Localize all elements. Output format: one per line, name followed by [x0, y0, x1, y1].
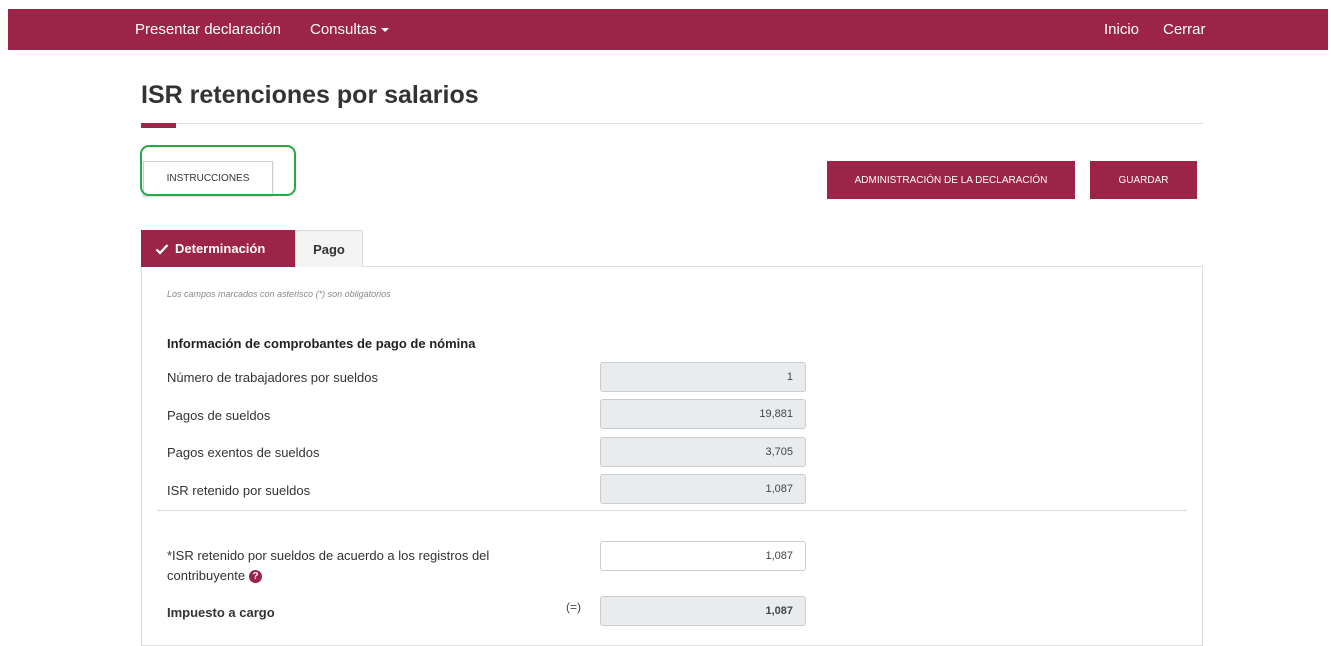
top-navbar: Presentar declaración Consultas Inicio C… [8, 9, 1328, 50]
section-title: Información de comprobantes de pago de n… [167, 336, 476, 351]
highlight-box [140, 145, 296, 196]
label-isr-contribuyente-line1: *ISR retenido por sueldos de acuerdo a l… [167, 548, 490, 563]
administracion-declaracion-button[interactable]: ADMINISTRACIÓN DE LA DECLARACIÓN [827, 161, 1075, 199]
caret-down-icon [380, 28, 389, 33]
tab-determinacion[interactable]: Determinación [141, 230, 295, 267]
numero-trabajadores-field[interactable] [600, 362, 806, 392]
pagos-sueldos-field[interactable] [600, 399, 806, 429]
isr-contribuyente-field[interactable] [600, 541, 806, 571]
label-impuesto-cargo: Impuesto a cargo [167, 605, 275, 620]
nav-consultas-dropdown[interactable]: Consultas [310, 21, 389, 39]
tab-pago-label: Pago [313, 241, 345, 257]
nav-consultas-label: Consultas [310, 21, 377, 38]
section-divider [157, 510, 1187, 511]
equals-operator: (=) [566, 600, 581, 614]
title-accent-bar [141, 123, 176, 128]
tab-determinacion-label: Determinación [175, 241, 266, 256]
label-isr-retenido: ISR retenido por sueldos [167, 483, 311, 498]
tab-pago[interactable]: Pago [295, 230, 363, 267]
guardar-button[interactable]: GUARDAR [1090, 161, 1197, 199]
label-isr-contribuyente: *ISR retenido por sueldos de acuerdo a l… [167, 546, 489, 586]
question-circle-icon[interactable]: ? [249, 570, 263, 584]
nav-presentar-declaracion[interactable]: Presentar declaración [135, 21, 281, 39]
page-title: ISR retenciones por salarios [141, 81, 479, 109]
label-pagos-exentos: Pagos exentos de sueldos [167, 445, 320, 460]
nav-inicio[interactable]: Inicio [1104, 21, 1139, 39]
isr-retenido-field[interactable] [600, 474, 806, 504]
required-fields-note: Los campos marcados con asterisco (*) so… [167, 289, 391, 299]
impuesto-cargo-field[interactable] [600, 596, 806, 626]
label-numero-trabajadores: Número de trabajadores por sueldos [167, 370, 379, 385]
title-divider [141, 123, 1203, 124]
nav-cerrar[interactable]: Cerrar [1163, 21, 1206, 39]
label-pagos-sueldos: Pagos de sueldos [167, 408, 271, 423]
label-isr-contribuyente-line2: contribuyente [167, 568, 246, 583]
pagos-exentos-field[interactable] [600, 437, 806, 467]
check-icon [155, 243, 169, 255]
